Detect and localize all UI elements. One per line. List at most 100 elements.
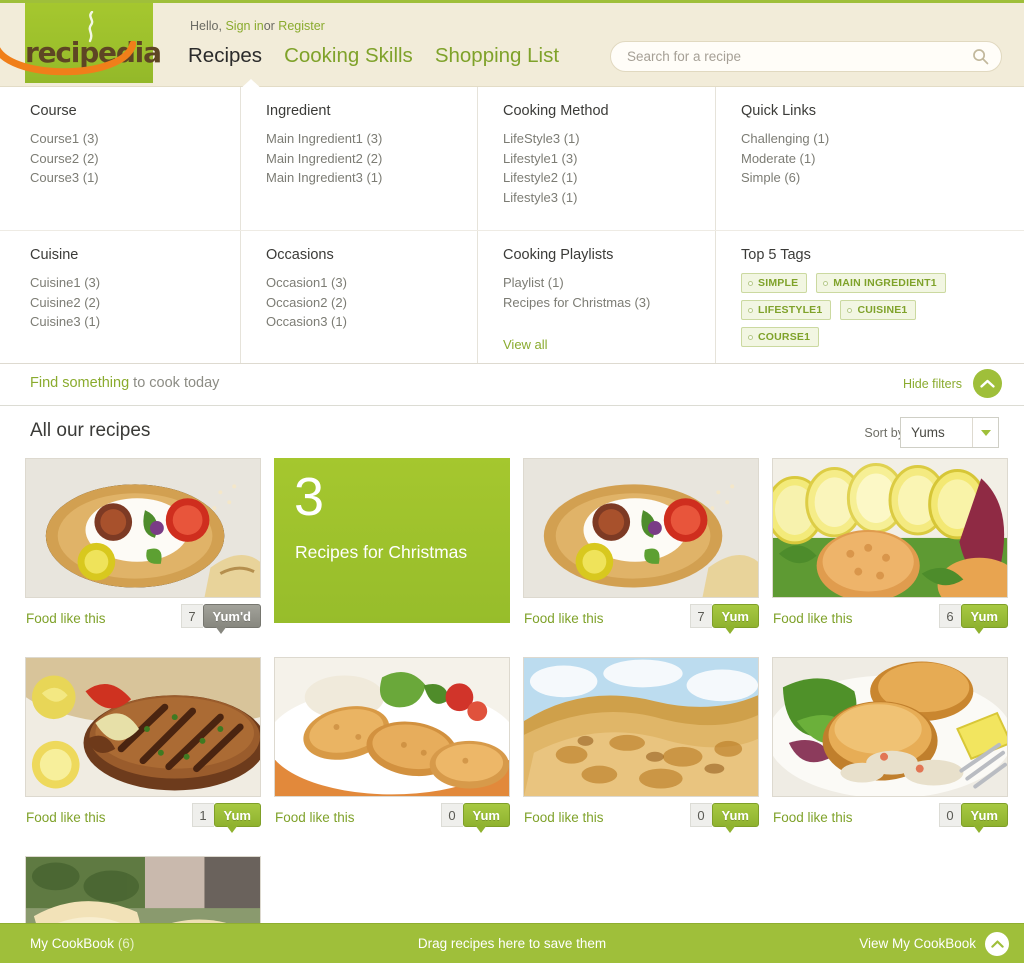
nav-item-recipes[interactable]: Recipes (188, 44, 262, 68)
filter-link[interactable]: Occasion3 (1) (266, 312, 457, 332)
yum-control: 6 Yum (938, 604, 1008, 634)
christmas-playlist-promo[interactable]: 3 Recipes for Christmas (274, 458, 510, 623)
yum-button[interactable]: Yum (711, 604, 759, 634)
recipe-thumbnail[interactable] (25, 657, 261, 797)
filter-link[interactable]: Lifestyle1 (3) (503, 149, 695, 169)
food-like-this-link[interactable]: Food like this (275, 810, 355, 825)
recipe-thumbnail[interactable] (523, 458, 759, 598)
filter-link[interactable]: Main Ingredient3 (1) (266, 168, 457, 188)
yum-button[interactable]: Yum (462, 803, 510, 833)
filter-link[interactable]: Course3 (1) (30, 168, 220, 188)
yum-count: 0 (440, 803, 463, 827)
yum-button[interactable]: Yum (960, 604, 1008, 634)
bruschetta-image (524, 459, 758, 597)
greeting: Hello, Sign inor Register (190, 19, 325, 33)
tag-label: LIFESTYLE1 (758, 304, 823, 316)
bruschetta-image (26, 459, 260, 597)
fish-cakes-image (773, 658, 1007, 796)
filter-link[interactable]: Cuisine2 (2) (30, 293, 220, 313)
yum-button[interactable]: Yum (711, 803, 759, 833)
tag-item[interactable]: CUISINE1 (840, 300, 917, 320)
recipe-row: Food like this 1 Yum Food like this 0 Yu… (25, 657, 1008, 837)
filter-link[interactable]: Recipes for Christmas (3) (503, 293, 695, 313)
filter-link[interactable]: Course1 (3) (30, 129, 220, 149)
filter-link[interactable]: Lifestyle3 (1) (503, 188, 695, 208)
yum-control: 7 Yum'd (180, 604, 261, 634)
filter-title: Cuisine (30, 247, 79, 263)
tag-item[interactable]: LIFESTYLE1 (741, 300, 832, 320)
yum-control: 0 Yum (938, 803, 1008, 833)
nav-item-shopping-list[interactable]: Shopping List (435, 44, 559, 68)
recipe-thumbnail[interactable] (523, 657, 759, 797)
recipe-thumbnail[interactable] (274, 657, 510, 797)
filter-column-course: Course Course1 (3) Course2 (2) Course3 (… (0, 87, 240, 230)
food-like-this-link[interactable]: Food like this (26, 810, 106, 825)
recipe-card-footer: Food like this 1 Yum (25, 803, 261, 837)
yum-control: 7 Yum (689, 604, 759, 634)
filter-link[interactable]: Cuisine1 (3) (30, 273, 220, 293)
find-bar: Find something to cook today Hide filter… (0, 364, 1024, 406)
site-logo[interactable]: recipedia (25, 3, 162, 83)
cookbook-expand-toggle[interactable] (985, 932, 1009, 956)
filter-link[interactable]: Occasion1 (3) (266, 273, 457, 293)
search-icon[interactable] (972, 48, 989, 65)
promo-card: 3 Recipes for Christmas (274, 458, 510, 638)
filter-column-cuisine: Cuisine Cuisine1 (3) Cuisine2 (2) Cuisin… (0, 231, 240, 363)
nav-item-cooking-skills[interactable]: Cooking Skills (284, 44, 413, 68)
filter-link[interactable]: Challenging (1) (741, 129, 985, 149)
filter-link[interactable]: Main Ingredient2 (2) (266, 149, 457, 169)
filter-link[interactable]: Main Ingredient1 (3) (266, 129, 457, 149)
hide-filters-link[interactable]: Hide filters (903, 377, 962, 391)
results-header: All our recipes Sort by Yums (0, 406, 1024, 458)
filter-row-bottom: Cuisine Cuisine1 (3) Cuisine2 (2) Cuisin… (0, 230, 1024, 363)
yum-button[interactable]: Yum (213, 803, 261, 833)
filter-link[interactable]: Moderate (1) (741, 149, 985, 169)
page-title: All our recipes (30, 420, 151, 441)
recipe-thumbnail[interactable] (772, 657, 1008, 797)
tag-dot-icon (748, 307, 753, 313)
food-like-this-link[interactable]: Food like this (773, 611, 853, 626)
potato-fritters-image (275, 658, 509, 796)
filter-link[interactable]: Cuisine3 (1) (30, 312, 220, 332)
register-link[interactable]: Register (278, 19, 325, 33)
chevron-up-icon (980, 379, 995, 388)
food-like-this-link[interactable]: Food like this (524, 611, 604, 626)
tag-item[interactable]: MAIN INGREDIENT1 (816, 273, 946, 293)
food-like-this-link[interactable]: Food like this (26, 611, 106, 626)
tag-item[interactable]: COURSE1 (741, 327, 820, 347)
food-like-this-link[interactable]: Food like this (524, 810, 604, 825)
yum-count: 0 (689, 803, 712, 827)
yum-button[interactable]: Yum (960, 803, 1008, 833)
filter-column-quick-links: Quick Links Challenging (1) Moderate (1)… (715, 87, 1005, 230)
filter-link[interactable]: Simple (6) (741, 168, 985, 188)
hide-filters-toggle[interactable] (973, 369, 1002, 398)
yum-count: 0 (938, 803, 961, 827)
recipe-thumbnail[interactable] (772, 458, 1008, 598)
find-rest: to cook today (129, 375, 220, 391)
chevron-up-icon (990, 940, 1004, 948)
find-bar-text: Find something to cook today (30, 375, 219, 391)
recipe-grid: Food like this 7 Yum'd 3 Recipes for Chr… (0, 458, 1024, 963)
baked-crumble-image (524, 658, 758, 796)
grilled-steak-image (26, 658, 260, 796)
tag-dot-icon (823, 280, 829, 286)
logo-wordmark: recipedia (25, 36, 162, 69)
search-input[interactable] (610, 41, 1002, 72)
filter-link[interactable]: Playlist (1) (503, 273, 695, 293)
tag-item[interactable]: SIMPLE (741, 273, 808, 293)
view-all-link[interactable]: View all (503, 337, 548, 352)
filter-link[interactable]: Course2 (2) (30, 149, 220, 169)
filter-link[interactable]: Lifestyle2 (1) (503, 168, 695, 188)
recipe-card: Food like this 7 Yum'd (25, 458, 261, 638)
food-like-this-link[interactable]: Food like this (773, 810, 853, 825)
recipe-thumbnail[interactable] (25, 458, 261, 598)
yum-button[interactable]: Yum'd (202, 604, 261, 634)
filter-title: Top 5 Tags (741, 247, 811, 263)
sort-select[interactable]: Yums (900, 417, 999, 448)
filter-link[interactable]: LifeStyle3 (1) (503, 129, 695, 149)
recipe-card-footer: Food like this 0 Yum (274, 803, 510, 837)
cookbook-bar: My CookBook (6) Drag recipes here to sav… (0, 923, 1024, 963)
sign-in-link[interactable]: Sign in (225, 19, 263, 33)
view-my-cookbook-link[interactable]: View My CookBook (859, 936, 976, 951)
filter-link[interactable]: Occasion2 (2) (266, 293, 457, 313)
